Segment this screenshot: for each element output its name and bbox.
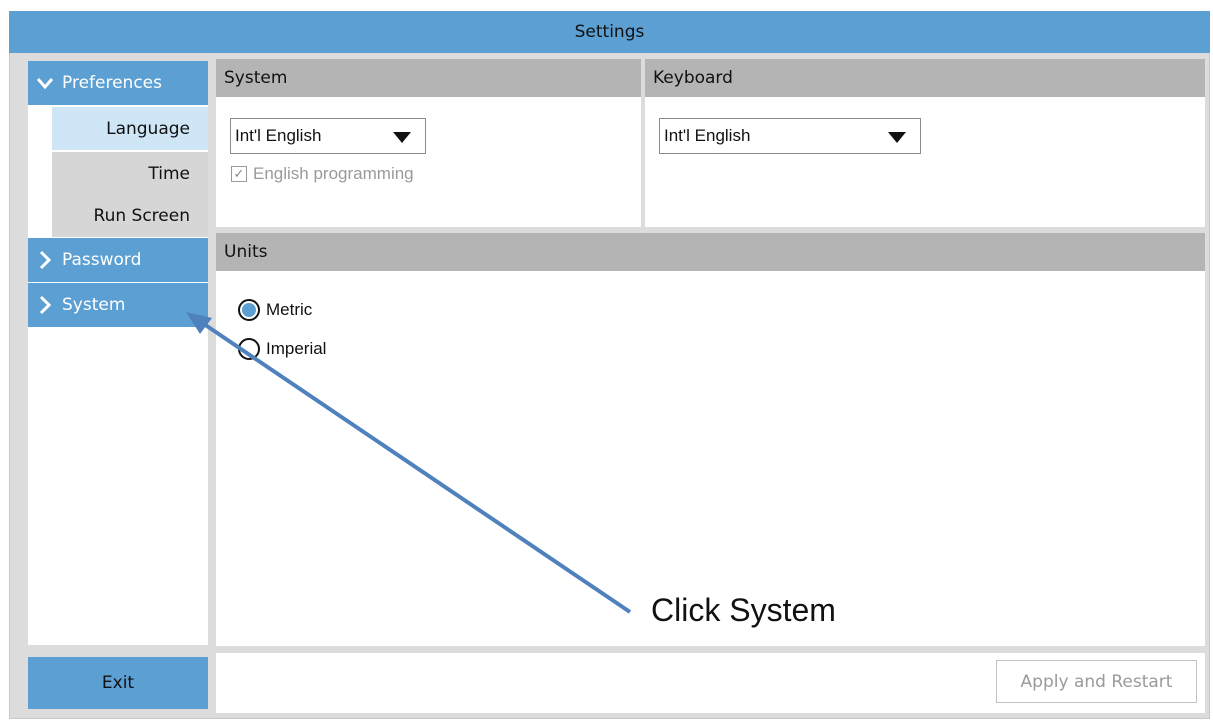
annotation-text: Click System: [651, 592, 836, 628]
annotation-arrow-icon: [186, 312, 632, 614]
